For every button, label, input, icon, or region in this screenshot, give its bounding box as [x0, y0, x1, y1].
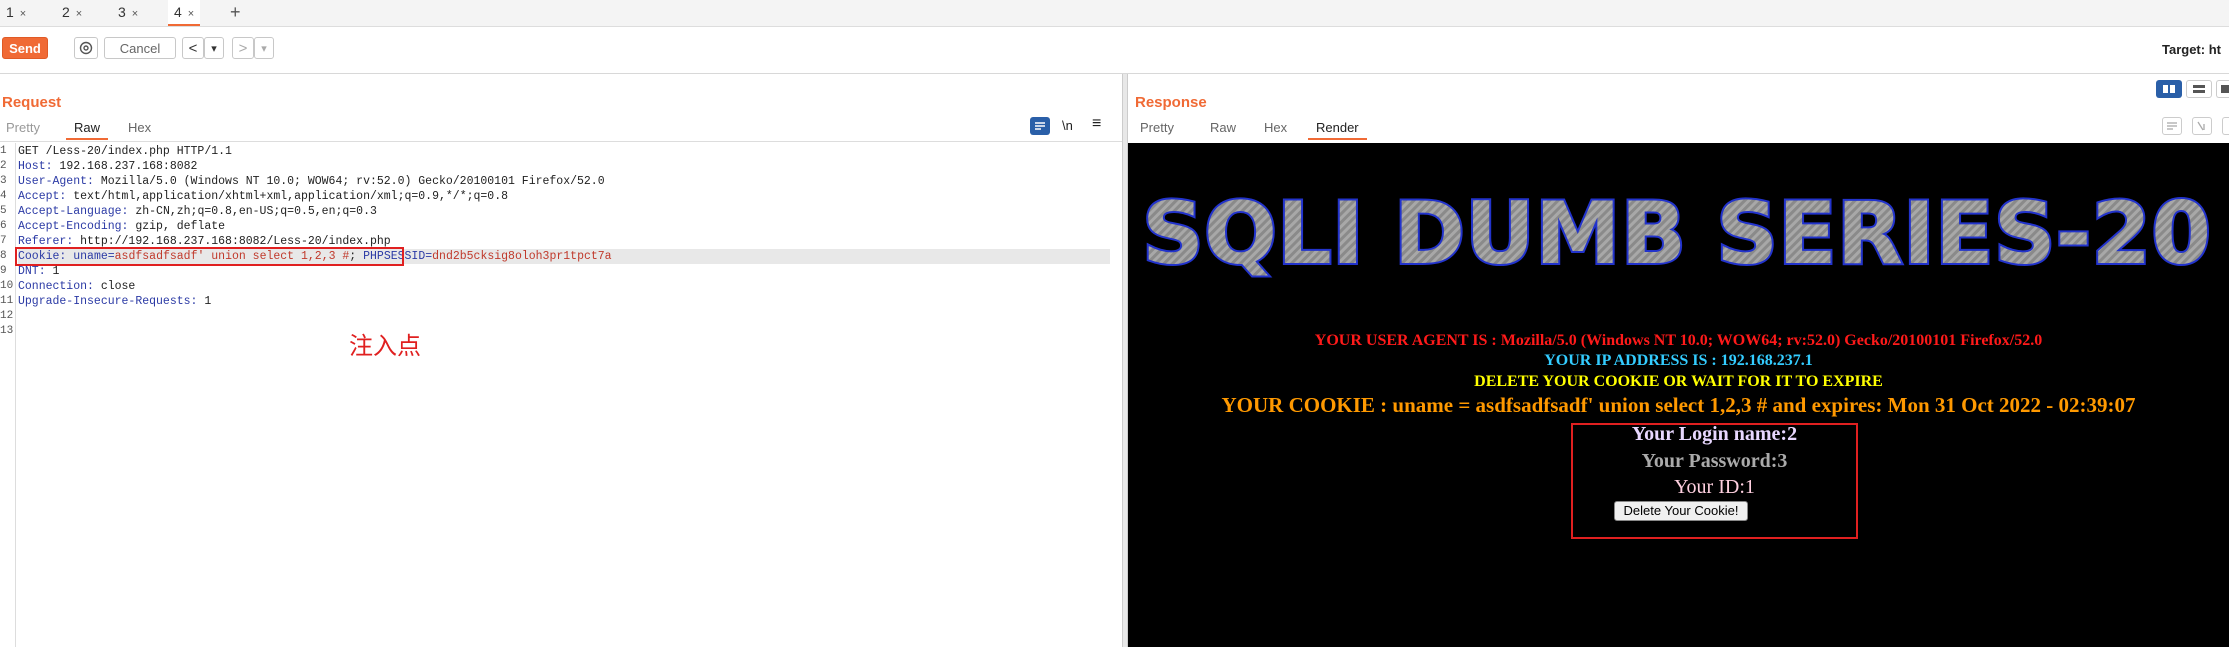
login-name-text: Your Login name:2 — [1631, 423, 1798, 445]
request-pane-title: Request — [2, 94, 62, 111]
header-line: DNT: 1 — [18, 265, 60, 278]
tab-response-render[interactable]: Render — [1308, 120, 1367, 140]
request-editor[interactable]: 1 2 3 4 5 6 7 8 9 10 11 12 13 GET /Less-… — [0, 143, 1122, 647]
header-key: DNT — [18, 265, 39, 278]
header-line: Connection: close — [18, 280, 136, 293]
tab-label: 2 — [62, 4, 70, 20]
tab-3[interactable]: 3 × — [112, 0, 144, 24]
injection-point-annotation: 注入点 — [349, 332, 421, 360]
header-value: 1 — [45, 265, 60, 278]
newline-toggle-icon[interactable]: \n — [1062, 118, 1073, 133]
tab-request-pretty[interactable]: Pretty — [6, 120, 40, 135]
line-number: 8 — [0, 250, 7, 262]
line-number: 3 — [0, 175, 7, 187]
header-line: User-Agent: Mozilla/5.0 (Windows NT 10.0… — [18, 175, 605, 188]
header-line: Accept: text/html,application/xhtml+xml,… — [18, 190, 508, 203]
header-key: Host — [18, 160, 46, 173]
delete-cookie-button[interactable]: Delete Your Cookie! — [1614, 501, 1748, 521]
cookie-value: dnd2b5cksig8oloh3pr1tpct7a — [432, 250, 612, 263]
layout-stacked-icon[interactable] — [2186, 80, 2212, 98]
header-value: 192.168.237.168:8082 — [52, 160, 198, 173]
tab-response-raw[interactable]: Raw — [1210, 120, 1236, 135]
header-value: zh-CN,zh;q=0.8,en-US;q=0.5,en;q=0.3 — [128, 205, 377, 218]
send-button[interactable]: Send — [2, 37, 48, 59]
user-agent-text: YOUR USER AGENT IS : Mozilla/5.0 (Window… — [1314, 332, 2043, 349]
header-line: Upgrade-Insecure-Requests: 1 — [18, 295, 212, 308]
layout-tabs-icon[interactable] — [2216, 80, 2229, 98]
settings-gear-icon[interactable] — [74, 37, 98, 59]
tab-label: 4 — [174, 4, 182, 20]
forward-button[interactable]: > — [232, 37, 254, 59]
response-pane-title: Response — [1135, 94, 1207, 111]
sqli-banner: SQLI DUMB SERIES-20 — [1140, 183, 2213, 283]
header-value: gzip, deflate — [128, 220, 226, 233]
tab-response-hex[interactable]: Hex — [1264, 120, 1287, 135]
header-line: Accept-Language: zh-CN,zh;q=0.8,en-US;q=… — [18, 205, 377, 218]
header-value: Mozilla/5.0 (Windows NT 10.0; WOW64; rv:… — [93, 175, 605, 188]
line-number: 13 — [0, 325, 14, 337]
close-icon[interactable]: × — [20, 8, 26, 20]
rendered-response-view: SQLI DUMB SERIES-20 YOUR USER AGENT IS :… — [1128, 143, 2229, 647]
add-tab-icon[interactable]: + — [224, 0, 247, 24]
line-number: 1 — [0, 145, 7, 157]
header-key: Accept-Language — [18, 205, 122, 218]
injection-highlight-box — [15, 247, 404, 266]
header-line: Accept-Encoding: gzip, deflate — [18, 220, 226, 233]
tab-label: 3 — [118, 4, 126, 20]
cookie-info-text: YOUR COOKIE : uname = asdfsadfsadf' unio… — [1221, 393, 2136, 417]
forward-history-dropdown[interactable]: ▾ — [254, 37, 274, 59]
ip-address-text: YOUR IP ADDRESS IS : 192.168.237.1 — [1544, 352, 1813, 369]
close-icon[interactable]: × — [76, 8, 82, 20]
tab-label: 1 — [6, 4, 14, 20]
header-key: Upgrade-Insecure-Requests — [18, 295, 191, 308]
header-key: Connection — [18, 280, 88, 293]
line-number: 10 — [0, 280, 14, 292]
request-line-text: GET /Less-20/index.php HTTP/1.1 — [18, 145, 232, 158]
tab-response-pretty[interactable]: Pretty — [1140, 120, 1174, 135]
menu-icon[interactable] — [2222, 117, 2229, 135]
line-number: 11 — [0, 295, 14, 307]
tab-request-hex[interactable]: Hex — [128, 120, 151, 135]
line-number: 6 — [0, 220, 7, 232]
header-value: 1 — [197, 295, 212, 308]
layout-side-by-side-icon[interactable] — [2156, 80, 2182, 98]
repeater-tab-bar: 1 × 2 × 3 × 4 × + — [0, 0, 2229, 27]
line-number: 4 — [0, 190, 7, 202]
header-key: Accept-Encoding — [18, 220, 122, 233]
cancel-button[interactable]: Cancel — [104, 37, 176, 59]
line-number: 9 — [0, 265, 7, 277]
wrap-lines-icon[interactable] — [1030, 117, 1050, 135]
back-button[interactable]: < — [182, 37, 204, 59]
tab-2[interactable]: 2 × — [56, 0, 88, 24]
request-line: GET /Less-20/index.php HTTP/1.1 — [18, 145, 232, 158]
tab-1[interactable]: 1 × — [0, 0, 32, 24]
back-history-dropdown[interactable]: ▾ — [204, 37, 224, 59]
header-value: text/html,application/xhtml+xml,applicat… — [66, 190, 508, 203]
close-icon[interactable]: × — [132, 8, 138, 20]
banner-text: SQLI DUMB SERIES-20 — [1142, 184, 2211, 283]
line-number: 7 — [0, 235, 7, 247]
delete-cookie-notice: DELETE YOUR COOKIE OR WAIT FOR IT TO EXP… — [1474, 373, 1883, 390]
line-number: 2 — [0, 160, 7, 172]
id-text: Your ID:1 — [1674, 476, 1755, 498]
tab-4[interactable]: 4 × — [168, 0, 201, 26]
wrap-lines-icon[interactable] — [2162, 117, 2182, 135]
toolbar: Send Cancel < ▾ > ▾ Target: ht — [0, 27, 2229, 74]
menu-icon[interactable]: ≡ — [1092, 115, 1101, 133]
request-header-divider — [0, 141, 1122, 142]
header-line: Host: 192.168.237.168:8082 — [18, 160, 198, 173]
tab-request-raw[interactable]: Raw — [66, 120, 109, 140]
password-text: Your Password:3 — [1641, 450, 1788, 472]
line-number: 12 — [0, 310, 14, 322]
header-key: Accept — [18, 190, 60, 203]
header-value: close — [93, 280, 136, 293]
header-key: User-Agent — [18, 175, 88, 188]
close-icon[interactable]: × — [188, 8, 194, 20]
target-label[interactable]: Target: ht — [2162, 42, 2221, 57]
newline-toggle-icon[interactable] — [2192, 117, 2212, 135]
line-number: 5 — [0, 205, 7, 217]
